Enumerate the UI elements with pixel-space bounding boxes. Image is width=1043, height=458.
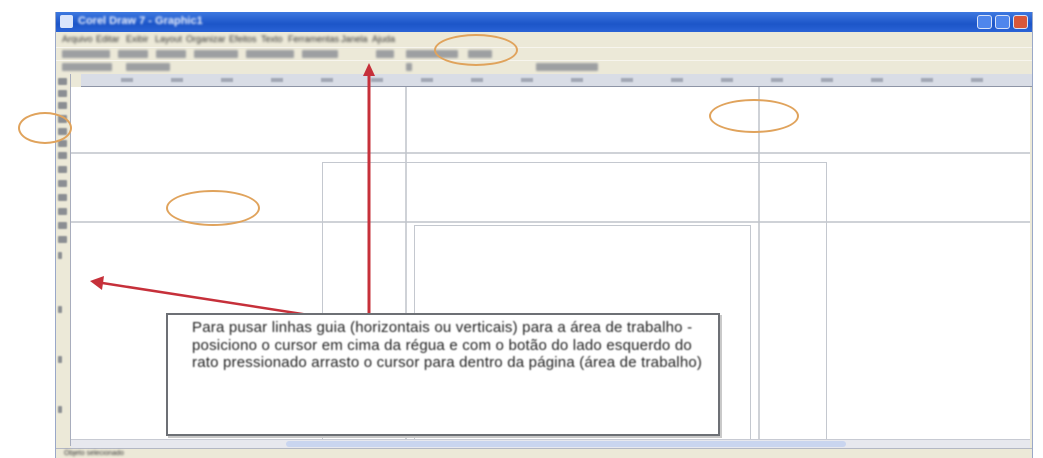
- instruction-callout: Para pusar linhas guia (horizontais ou v…: [166, 313, 720, 436]
- callout-text: Para pusar linhas guia (horizontais ou v…: [192, 319, 703, 371]
- screenshot-frame: Corel Draw 7 - Graphic1 Arquivo Editar E…: [0, 0, 1043, 458]
- arrowhead-left-icon: [90, 276, 104, 290]
- arrowhead-up-icon: [363, 63, 375, 76]
